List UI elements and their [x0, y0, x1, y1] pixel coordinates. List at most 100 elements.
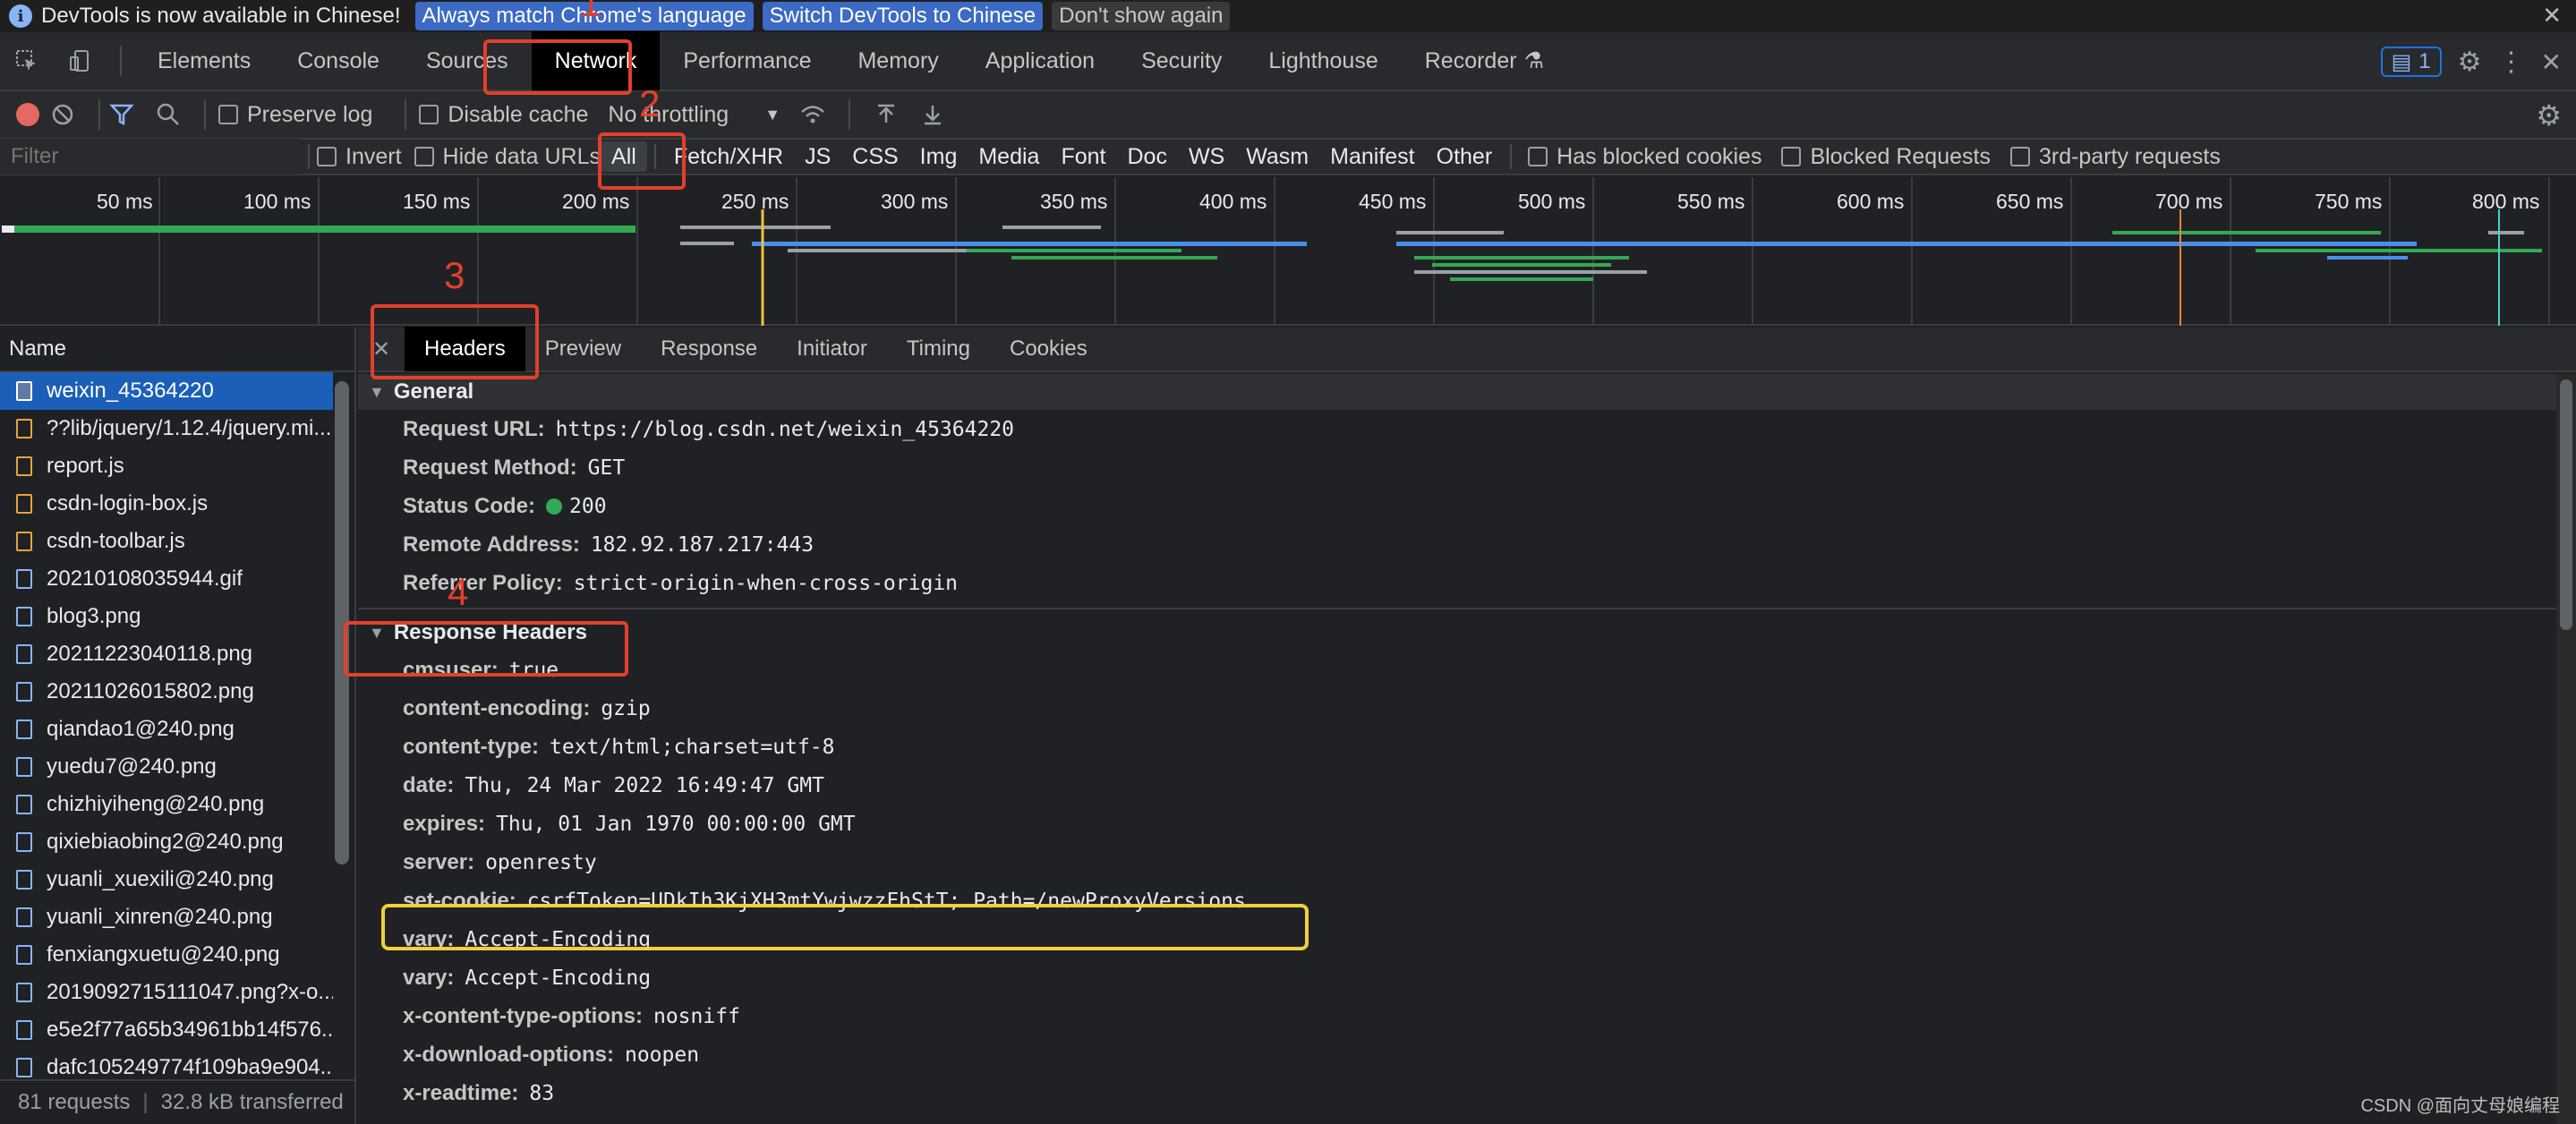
tab-elements[interactable]: Elements [134, 31, 274, 90]
tab-response[interactable]: Response [641, 327, 777, 371]
message-icon: ▤ [2391, 49, 2412, 74]
filter-icon[interactable] [98, 90, 145, 139]
settings-gear-icon[interactable]: ⚙ [2458, 47, 2482, 78]
hide-data-urls-checkbox[interactable]: Hide data URLs [414, 144, 601, 170]
request-row[interactable]: csdn-toolbar.js [0, 523, 333, 560]
type-filter-doc[interactable]: Doc [1116, 141, 1177, 172]
type-filter-css[interactable]: CSS [841, 141, 908, 172]
inspect-element-icon[interactable] [0, 31, 54, 90]
request-row[interactable]: 20211223040118.png [0, 635, 333, 673]
request-row[interactable]: qixiebiaobing2@240.png [0, 823, 333, 861]
header-row: x-readtime: 83 [358, 1074, 2556, 1112]
filter-input[interactable] [0, 139, 301, 175]
tab-preview[interactable]: Preview [525, 327, 641, 371]
switch-language-button[interactable]: Switch DevTools to Chinese [762, 2, 1044, 30]
script-file-icon [16, 532, 32, 551]
annotation-box-headers-tab [371, 304, 539, 379]
request-row[interactable]: yuanli_xinren@240.png [0, 898, 333, 936]
preserve-log-checkbox[interactable]: Preserve log [218, 102, 372, 128]
request-row[interactable]: qiandao1@240.png [0, 711, 333, 748]
network-conditions-icon[interactable] [789, 90, 836, 139]
tab-application[interactable]: Application [962, 31, 1118, 90]
type-filter-other[interactable]: Other [1426, 141, 1504, 172]
blocked-requests-checkbox[interactable]: Blocked Requests [1781, 144, 1991, 170]
header-name: x-download-options: [403, 1042, 614, 1067]
headers-pane-scrollbar[interactable] [2556, 374, 2576, 1124]
tab-performance[interactable]: Performance [660, 31, 834, 90]
request-row[interactable]: 20211026015802.png [0, 673, 333, 711]
type-filter-font[interactable]: Font [1050, 141, 1116, 172]
header-row: Request URL: https://blog.csdn.net/weixin… [358, 410, 2556, 448]
toolbar-divider [1510, 144, 1513, 169]
invert-checkbox[interactable]: Invert [317, 144, 402, 170]
more-options-icon[interactable]: ⋮ [2498, 47, 2525, 78]
type-filter-js[interactable]: JS [794, 141, 841, 172]
header-name: content-encoding: [403, 695, 591, 720]
type-filter-wasm[interactable]: Wasm [1235, 141, 1319, 172]
request-row[interactable]: 20210108035944.gif [0, 560, 333, 598]
request-row[interactable]: blog3.png [0, 598, 333, 635]
section-divider [358, 608, 2556, 609]
header-name: server: [403, 849, 475, 874]
request-row[interactable]: ??lib/jquery/1.12.4/jquery.mi... [0, 410, 333, 447]
image-file-icon [16, 983, 32, 1002]
record-icon[interactable] [16, 103, 39, 126]
request-row[interactable]: yuanli_xuexili@240.png [0, 861, 333, 898]
tab-memory[interactable]: Memory [834, 31, 961, 90]
type-filter-manifest[interactable]: Manifest [1319, 141, 1425, 172]
header-row: x-download-options: noopen [358, 1035, 2556, 1074]
toolbar-divider [308, 144, 310, 169]
request-row[interactable]: e5e2f77a65b34961bb14f576... [0, 1011, 333, 1049]
name-column-header[interactable]: Name [0, 328, 354, 372]
request-row[interactable]: weixin_45364220 [0, 372, 333, 410]
third-party-requests-label: 3rd-party requests [2038, 143, 2221, 169]
timeline-tick: 250 ms [721, 190, 789, 213]
search-icon[interactable] [145, 90, 192, 139]
checkbox-box [419, 105, 439, 124]
third-party-requests-checkbox[interactable]: 3rd-party requests [2009, 143, 2221, 170]
issues-badge[interactable]: ▤ 1 [2380, 47, 2442, 77]
tab-recorder[interactable]: Recorder ⚗ [1402, 31, 1567, 90]
request-row[interactable]: chizhiyiheng@240.png [0, 786, 333, 823]
request-row[interactable]: fenxiangxuetu@240.png [0, 936, 333, 974]
type-filter-media[interactable]: Media [968, 141, 1050, 172]
close-icon[interactable]: ✕ [2542, 2, 2562, 30]
has-blocked-cookies-checkbox[interactable]: Has blocked cookies [1528, 144, 1761, 170]
hide-data-urls-label: Hide data URLs [442, 143, 601, 169]
request-row[interactable]: csdn-login-box.js [0, 485, 333, 523]
annotation-number-3: 3 [444, 254, 465, 296]
timeline-tick: 500 ms [1518, 190, 1586, 213]
tab-console[interactable]: Console [274, 31, 403, 90]
import-har-icon[interactable] [863, 90, 909, 139]
close-devtools-icon[interactable]: ✕ [2541, 47, 2562, 77]
device-toolbar-icon[interactable] [54, 31, 107, 90]
clear-icon[interactable] [39, 90, 86, 139]
image-file-icon [16, 945, 32, 965]
timeline-tick: 700 ms [2155, 190, 2223, 213]
image-file-icon [16, 757, 32, 777]
tab-initiator[interactable]: Initiator [777, 327, 887, 371]
dont-show-again-button[interactable]: Don't show again [1052, 2, 1231, 30]
header-row: Status Code: 200 [358, 487, 2556, 525]
response-headers-section-header[interactable]: ▼ Response Headers [358, 615, 2556, 651]
request-row[interactable]: report.js [0, 447, 333, 485]
disable-cache-checkbox[interactable]: Disable cache [419, 102, 588, 128]
general-section-header[interactable]: ▼ General [358, 374, 2556, 410]
tab-timing[interactable]: Timing [887, 327, 990, 371]
header-name: vary: [403, 965, 455, 990]
header-name: x-readtime: [403, 1080, 519, 1105]
export-har-icon[interactable] [909, 90, 956, 139]
type-filter-ws[interactable]: WS [1178, 141, 1235, 172]
header-name: Request Method: [403, 455, 577, 480]
throttling-select[interactable]: No throttling ▼ [608, 102, 780, 128]
tab-security[interactable]: Security [1118, 31, 1245, 90]
tab-cookies[interactable]: Cookies [990, 327, 1107, 371]
request-row[interactable]: yuedu7@240.png [0, 748, 333, 786]
network-settings-icon[interactable]: ⚙ [2536, 98, 2562, 132]
tab-recorder-label: Recorder [1424, 47, 1517, 73]
scrollbar-thumb[interactable] [2560, 379, 2572, 630]
request-row[interactable]: 2019092715111047.png?x-o... [0, 974, 333, 1011]
checkbox-box [1781, 147, 1802, 166]
tab-lighthouse[interactable]: Lighthouse [1245, 31, 1401, 90]
type-filter-img[interactable]: Img [909, 141, 968, 172]
